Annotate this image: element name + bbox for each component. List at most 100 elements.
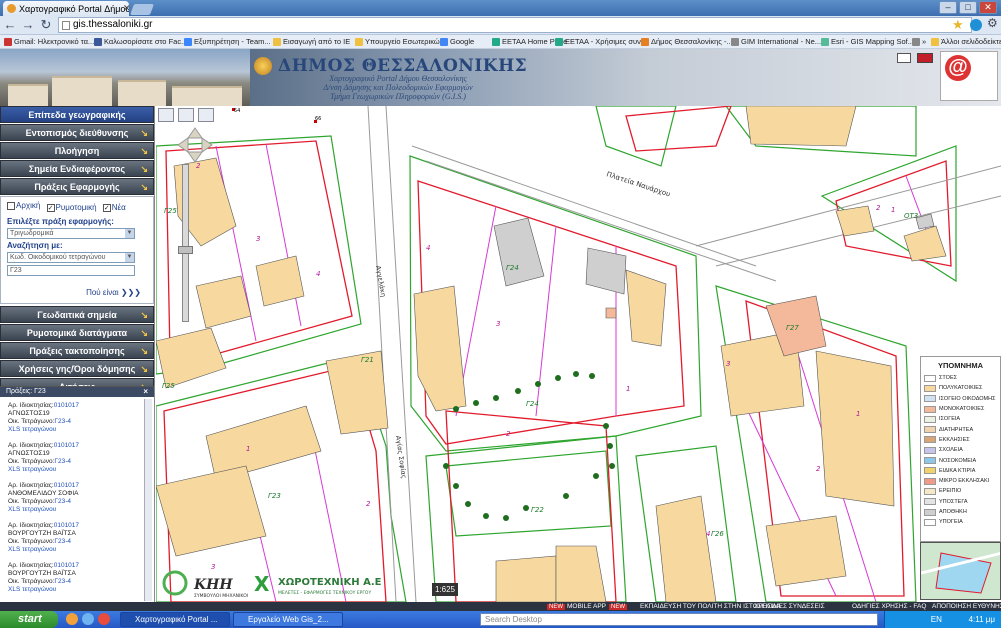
sidebar-section-top-1[interactable]: Εντοπισμός διεύθυνσης ↘ [0,124,154,141]
result-item[interactable]: Αρ. Ιδιοκτησίας:0101017 ΒΟΥΡΓΟΥΤΖΗ ΒΑΪΤΣΑ… [0,517,154,557]
result-item[interactable]: Αρ. Ιδιοκτησίας:0101017 ΑΝΘΟΜΕΛΙΔΟΥ ΣΟΦΙΑ… [0,477,154,517]
results-scrollbar[interactable] [144,399,152,601]
wrench-menu-icon[interactable]: ⚙ [987,16,998,30]
skype-extension-icon[interactable] [970,19,982,31]
bookmark-item[interactable]: Δήμος Θεσσαλονίκης -... [641,37,733,46]
bookmark-item[interactable]: EETAA - Χρήσιμες συν... [555,37,647,46]
result-item[interactable]: Αρ. Ιδιοκτησίας:0101017 ΑΓΝΩΣΤΟΣ19 Οικ. Τε… [0,437,154,477]
quicklaunch-firefox-icon[interactable] [66,613,78,625]
quicklaunch-chrome-icon[interactable] [98,613,110,625]
browser-tab[interactable]: Χαρτογραφικό Portal Δήμου ✕ [3,1,129,16]
forward-icon[interactable]: → [20,17,36,33]
uk-flag-icon[interactable] [917,53,933,63]
taskbar-item-browser[interactable]: Χαρτογραφικό Portal ... [120,612,230,627]
maximize-icon[interactable]: □ [959,1,977,14]
xls-link[interactable]: XLS τετραγώνου [8,426,146,434]
block-code[interactable]: Γ23-4 [54,538,71,545]
expand-arrow-icon: ↘ [140,182,148,192]
bookmark-item[interactable]: Υπουργείο Εσωτερικώ... [355,37,446,46]
search-by-label: Αναζήτηση με: [7,241,63,250]
quicklaunch-ie-icon[interactable] [82,613,94,625]
bookmark-item[interactable]: Εισαγωγή από το IE [273,37,350,46]
new-tab-button[interactable] [129,4,155,15]
footer-link[interactable]: ΧΡΗΣΙΜΕΣ ΣΥΝΔΕΣΕΙΣ [754,603,825,610]
legend-swatch [924,405,936,413]
bookmark-item[interactable]: Εξυπηρέτηση - Team... [184,37,271,46]
close-window-icon[interactable]: ✕ [979,1,997,14]
bookmark-item[interactable]: Άλλοι σελιδοδείκτες [931,37,1001,46]
block-code[interactable]: Γ23-4 [54,498,71,505]
sidebar-section-top-4[interactable]: Πράξεις Εφαρμογής ↘ [0,178,154,195]
legend-label: ΣΧΟΛΕΙΑ [939,447,963,454]
xls-link[interactable]: XLS τετραγώνου [8,586,146,594]
layers-tool-icon[interactable] [158,108,174,122]
sidebar-section-label: Γεωδαιτικά σημεία [37,310,117,320]
bookmark-item[interactable]: Gmail: Ηλεκτρονικό τα... [4,37,94,46]
bookmark-icon [355,37,363,46]
block-code[interactable]: Γ23-4 [54,458,71,465]
where-is-button[interactable]: Πού είναι ❯❯❯ [86,288,141,297]
language-indicator[interactable]: EN [931,615,942,624]
reload-icon[interactable]: ↻ [38,17,54,33]
search-by-select[interactable]: Κωδ. Οικοδομικού τετραγώνου ▼ [7,252,135,263]
owner-id[interactable]: 0101017 [54,442,79,449]
xls-link[interactable]: XLS τετραγώνου [8,546,146,554]
start-button[interactable]: start [0,611,58,628]
legend-item: ΑΠΟΘΗΚΗ [921,507,1000,517]
close-tab-icon[interactable]: ✕ [123,3,129,14]
xls-link[interactable]: XLS τετραγώνου [8,506,146,514]
act-select[interactable]: Τριγωδρομικά ▼ [7,228,135,239]
sidebar-section-bottom-2[interactable]: Πράξεις τακτοποίησης ↘ [0,342,154,359]
partner-logos: ΚΗΗ ΣΥΜΒΟΥΛΟΙ ΜΗΧΑΝΙΚΟΙ X ΧΩΡΟΤΕΧΝΙΚΗ Α.… [160,569,425,601]
mobile-app-link[interactable]: MOBILE APP [567,603,606,610]
bookmark-item[interactable]: GIM International - Ne... [731,37,821,46]
footer-link[interactable]: ΟΔΗΓΙΕΣ ΧΡΗΣΗΣ - FAQ [852,603,926,610]
block-code[interactable]: Γ23-4 [54,418,71,425]
desktop-search-input[interactable]: Search Desktop [480,613,878,626]
minimize-icon[interactable]: – [939,1,957,14]
taskbar-item-webgis[interactable]: Εργαλείο Web Gis_2... [233,612,343,627]
bookmark-item[interactable]: » [912,37,926,46]
sidebar-section-top-3[interactable]: Σημεία Ενδιαφέροντος ↘ [0,160,154,177]
block-code[interactable]: Γ23-4 [54,578,71,585]
sidebar-section-label: Πράξεις τακτοποίησης [29,346,125,356]
checkbox-new[interactable]: ✓ Νέα [102,203,126,212]
zoom-slider[interactable] [182,164,189,322]
mail-icon[interactable] [897,53,911,63]
bookmark-star-icon[interactable]: ★ [952,17,964,33]
measure-tool-icon[interactable] [178,108,194,122]
bookmark-item[interactable]: Esri - GIS Mapping Sof... [821,37,914,46]
sidebar-section-top-2[interactable]: Πλοήγηση ↘ [0,142,154,159]
sidebar-section-bottom-1[interactable]: Ρυμοτομικά διατάγματα ↘ [0,324,154,341]
bookmark-label: Gmail: Ηλεκτρονικό τα... [14,37,95,46]
bookmark-label: » [922,37,927,46]
owner-id[interactable]: 0101017 [54,482,79,489]
address-bar[interactable]: gis.thessaloniki.gr [58,17,972,33]
legend-swatch [924,436,936,444]
footer-link[interactable]: ΑΠΟΠΟΙΗΣΗ ΕΥΘΥΝΗΣ [932,603,1001,610]
egov-at-logo[interactable]: @ [940,51,998,101]
result-item[interactable]: Αρ. Ιδιοκτησίας:0101017 ΑΓΝΩΣΤΟΣ19 Οικ. Τε… [0,397,154,437]
result-item[interactable]: Αρ. Ιδιοκτησίας:0101017 ΒΟΥΡΓΟΥΤΖΗ ΒΑΪΤΣΑ… [0,557,154,597]
owner-id[interactable]: 0101017 [54,522,79,529]
checkbox-initial[interactable]: Αρχική [7,201,40,210]
overview-minimap[interactable] [920,542,1001,600]
print-tool-icon[interactable] [198,108,214,122]
checkbox-zoning[interactable]: ✓ Ρυμοτομική [46,203,97,212]
block-code-input[interactable]: Γ23 [7,265,135,276]
close-results-icon[interactable]: × [143,387,148,397]
xls-link[interactable]: XLS τετραγώνου [8,466,146,474]
pan-control-icon[interactable] [176,126,214,164]
bookmark-item[interactable]: Google [440,37,474,46]
owner-id[interactable]: 0101017 [54,562,79,569]
back-icon[interactable]: ← [2,17,18,33]
sidebar-section-top-0[interactable]: Επίπεδα γεωγραφικής πληροφορίας [0,106,154,137]
sidebar-section-bottom-0[interactable]: Γεωδαιτικά σημεία ↘ [0,306,154,323]
bookmark-label: Άλλοι σελιδοδείκτες [941,37,1001,46]
zoom-slider-handle[interactable] [178,246,193,254]
owner-id[interactable]: 0101017 [54,402,79,409]
map-scale: 1:625 [432,583,458,596]
map-canvas[interactable]: 2344 3211 2312 3412 Γ25 Γ24 Γ21 Γ24 Γ22 … [156,106,1001,602]
bookmark-item[interactable]: Καλωσορίσατε στο Fac... [94,37,187,46]
sidebar-section-bottom-3[interactable]: Χρήσεις γης/Όροι δόμησης ↘ [0,360,154,377]
